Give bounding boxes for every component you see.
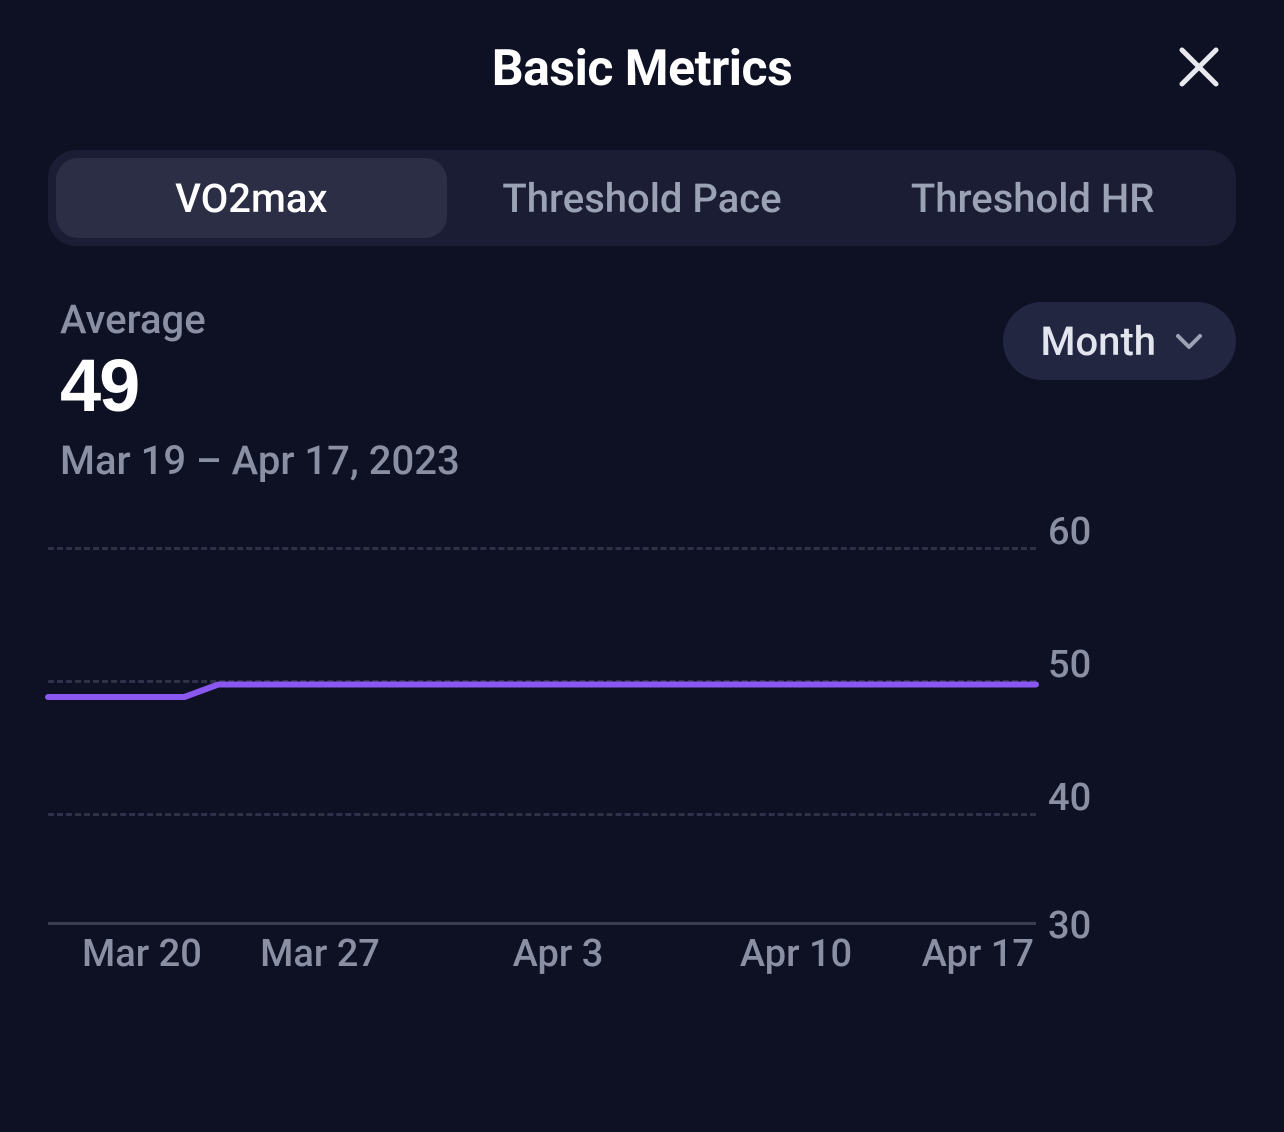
tab-bar: VO2max Threshold Pace Threshold HR <box>48 150 1236 246</box>
time-range-selector[interactable]: Month <box>1003 302 1237 380</box>
date-range: Mar 19 – Apr 17, 2023 <box>60 437 460 484</box>
y-tick: 50 <box>1048 643 1138 687</box>
x-axis-line <box>48 922 1036 925</box>
tab-label: Threshold HR <box>911 175 1155 222</box>
y-tick: 60 <box>1048 510 1138 554</box>
chevron-down-icon <box>1172 324 1206 358</box>
x-axis-ticks: Mar 20 Mar 27 Apr 3 Apr 10 Apr 17 <box>48 932 1036 982</box>
stats-row: Average 49 Mar 19 – Apr 17, 2023 Month <box>48 296 1236 484</box>
close-icon <box>1178 46 1220 88</box>
x-tick: Mar 20 <box>82 932 202 976</box>
x-tick: Mar 27 <box>260 932 380 976</box>
average-label: Average <box>60 296 460 343</box>
tab-threshold-pace[interactable]: Threshold Pace <box>447 158 838 238</box>
y-tick: 30 <box>1048 904 1138 948</box>
line-series <box>48 512 1036 922</box>
average-value: 49 <box>60 349 460 423</box>
y-tick: 40 <box>1048 776 1138 820</box>
x-tick: Apr 3 <box>513 932 604 976</box>
tab-label: Threshold Pace <box>502 175 781 222</box>
stats-summary: Average 49 Mar 19 – Apr 17, 2023 <box>60 296 460 484</box>
page-title: Basic Metrics <box>492 40 793 98</box>
x-tick: Apr 10 <box>740 932 852 976</box>
tab-label: VO2max <box>175 175 327 222</box>
metrics-panel: Basic Metrics VO2max Threshold Pace Thre… <box>0 0 1284 1132</box>
tab-vo2max[interactable]: VO2max <box>56 158 447 238</box>
chart: 60 50 40 30 Mar 20 Mar 27 Apr 3 Apr 10 A… <box>48 512 1236 982</box>
x-tick: Apr 17 <box>922 932 1034 976</box>
time-range-label: Month <box>1041 318 1157 365</box>
tab-threshold-hr[interactable]: Threshold HR <box>837 158 1228 238</box>
header: Basic Metrics <box>48 34 1236 104</box>
plot-area[interactable] <box>48 512 1036 922</box>
close-button[interactable] <box>1172 40 1226 94</box>
